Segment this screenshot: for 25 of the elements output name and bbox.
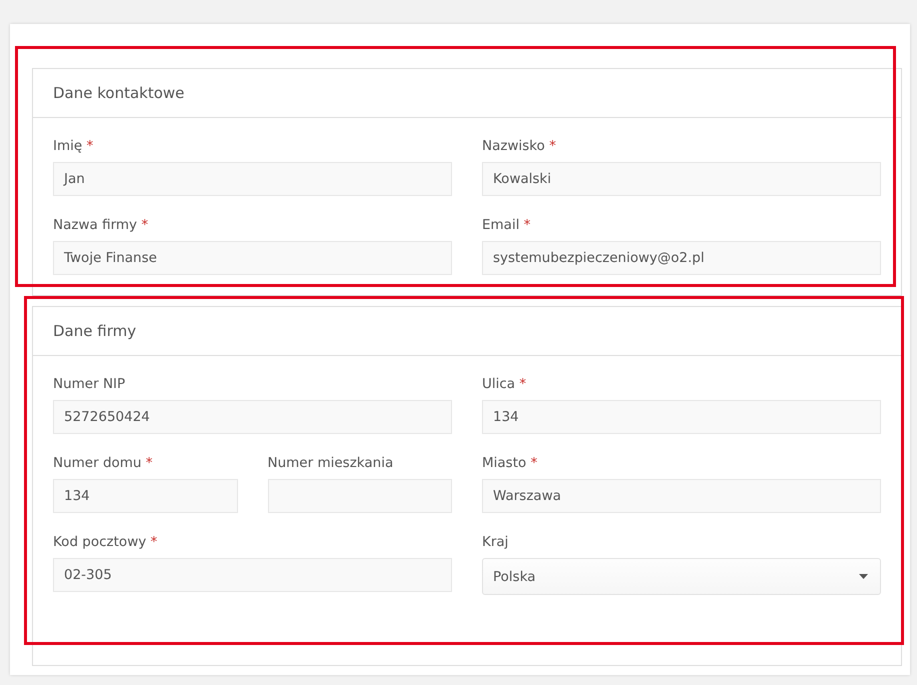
text-field[interactable]: Warszawa — [482, 479, 881, 513]
text-field[interactable]: Jan — [53, 162, 452, 196]
text-field[interactable]: Twoje Finanse — [53, 241, 452, 275]
text-field[interactable] — [268, 479, 452, 513]
text-field[interactable]: 134 — [482, 400, 881, 434]
field-label: Kod pocztowy * — [53, 533, 158, 552]
caret-icon — [859, 574, 868, 579]
field-label: Nazwa firmy * — [53, 216, 150, 235]
field-label: Miasto * — [482, 454, 538, 473]
panel-title: Dane firmy — [53, 322, 136, 340]
country-dropdown[interactable]: Polska — [482, 558, 881, 595]
field-label: Kraj — [482, 533, 510, 552]
field-label: Nazwisko * — [482, 137, 557, 156]
panel-title: Dane kontaktowe — [53, 84, 184, 102]
field-label: Email * — [482, 216, 532, 235]
text-field[interactable]: 5272650424 — [53, 400, 452, 434]
field-label: Ulica * — [482, 375, 528, 394]
text-field[interactable]: 134 — [53, 479, 238, 513]
field-label: Numer domu * — [53, 454, 154, 473]
field-label: Numer mieszkania — [268, 454, 394, 473]
text-field[interactable]: systemubezpieczeniowy@o2.pl — [482, 241, 881, 275]
text-field[interactable]: Kowalski — [482, 162, 881, 196]
text-field[interactable]: 02-305 — [53, 558, 452, 592]
field-label: Imię * — [53, 137, 94, 156]
field-label: Numer NIP — [53, 375, 126, 394]
